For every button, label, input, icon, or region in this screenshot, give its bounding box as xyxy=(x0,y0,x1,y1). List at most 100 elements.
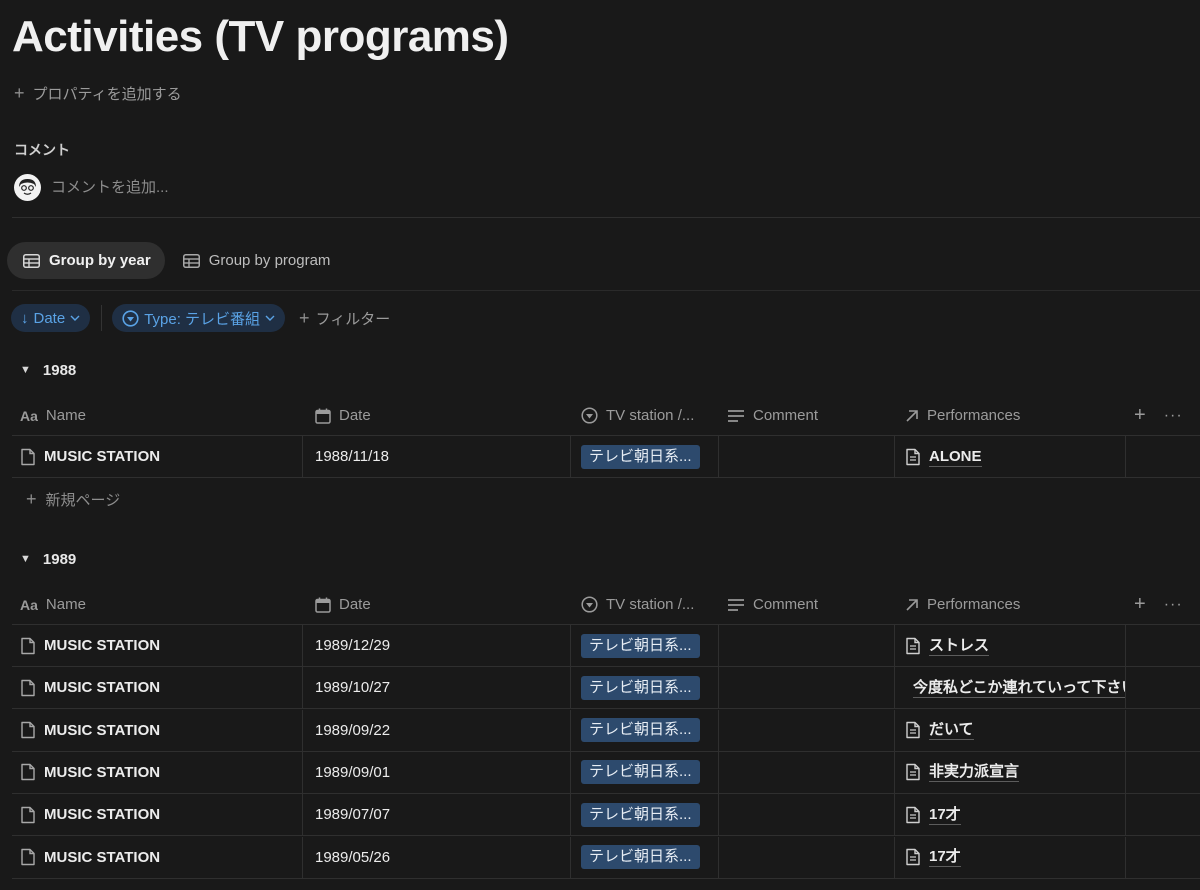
comment-cell[interactable] xyxy=(718,436,894,477)
type-filter-chip[interactable]: Type: テレビ番組 xyxy=(112,304,286,332)
name-cell[interactable]: MUSIC STATION xyxy=(12,436,302,477)
table-row[interactable]: MUSIC STATION 1989/09/22 テレビ朝日系... だいて xyxy=(12,709,1200,752)
triangle-down-icon[interactable]: ▼ xyxy=(20,553,31,565)
tv-station-cell[interactable]: テレビ朝日系... xyxy=(570,436,718,477)
name-cell[interactable]: MUSIC STATION xyxy=(12,837,302,878)
tv-station-tag: テレビ朝日系... xyxy=(581,760,700,785)
column-label: Performances xyxy=(927,407,1021,424)
column-label: Comment xyxy=(753,596,819,613)
column-header-name[interactable]: Aa Name xyxy=(12,396,302,435)
row-name: MUSIC STATION xyxy=(44,448,161,465)
comment-cell[interactable] xyxy=(718,836,894,878)
new-page-button[interactable]: + 新規ページ xyxy=(26,485,120,513)
group-header-1989[interactable]: ▼ 1989 xyxy=(20,547,76,571)
name-cell[interactable]: MUSIC STATION xyxy=(12,625,302,666)
triangle-down-icon[interactable]: ▼ xyxy=(20,364,31,376)
text-lines-icon xyxy=(728,598,744,611)
date-cell[interactable]: 1989/12/29 xyxy=(302,625,570,666)
add-column-icon[interactable]: + xyxy=(1134,593,1146,616)
tab-group-by-year[interactable]: Group by year xyxy=(7,242,165,279)
page-icon xyxy=(21,721,35,739)
comment-cell[interactable] xyxy=(718,709,894,751)
document-icon xyxy=(906,764,920,781)
column-header-tv-station[interactable]: TV station /... xyxy=(570,585,718,624)
add-filter-button[interactable]: + フィルター xyxy=(299,308,390,329)
date-cell[interactable]: 1989/09/22 xyxy=(302,709,570,751)
add-filter-label: フィルター xyxy=(315,310,391,328)
table-row[interactable]: MUSIC STATION 1989/09/01 テレビ朝日系... 非実力派宣… xyxy=(12,751,1200,794)
performance-cell[interactable]: 17才 xyxy=(894,836,1125,878)
column-header-tv-station[interactable]: TV station /... xyxy=(570,396,718,435)
chevron-down-icon xyxy=(265,315,275,321)
row-name: MUSIC STATION xyxy=(44,679,161,697)
column-header-comment[interactable]: Comment xyxy=(718,585,894,624)
table-row[interactable]: MUSIC STATION 1989/05/26 テレビ朝日系... 17才 xyxy=(12,836,1200,879)
performance-link[interactable]: 17才 xyxy=(929,805,961,825)
tv-station-cell[interactable]: テレビ朝日系... xyxy=(570,836,718,878)
performance-link[interactable]: ストレス xyxy=(929,636,990,656)
date-cell[interactable]: 1989/05/26 xyxy=(302,836,570,878)
divider xyxy=(12,217,1200,218)
empty-cell xyxy=(1125,836,1200,878)
sort-date-chip[interactable]: ↓ Date xyxy=(11,304,91,332)
add-property-button[interactable]: + プロパティを追加する xyxy=(14,82,182,104)
column-header-performances[interactable]: Performances xyxy=(894,585,1125,624)
table-icon xyxy=(182,253,200,268)
column-header-date[interactable]: Date xyxy=(302,585,570,624)
performance-cell[interactable]: 17才 xyxy=(894,794,1125,836)
tv-station-tag: テレビ朝日系... xyxy=(581,675,700,700)
performance-cell[interactable]: 今度私どこか連れていって下さいな xyxy=(894,667,1125,709)
relation-arrow-icon xyxy=(906,409,918,422)
row-date: 1989/09/01 xyxy=(315,763,391,781)
page-icon xyxy=(21,806,35,823)
tv-station-cell[interactable]: テレビ朝日系... xyxy=(570,794,718,836)
column-header-comment[interactable]: Comment xyxy=(718,396,894,435)
performance-cell[interactable]: ストレス xyxy=(894,625,1125,666)
name-cell[interactable]: MUSIC STATION xyxy=(12,752,302,793)
tv-station-cell[interactable]: テレビ朝日系... xyxy=(570,709,718,751)
table-icon xyxy=(23,253,40,268)
comment-cell[interactable] xyxy=(718,794,894,836)
comment-cell[interactable] xyxy=(718,667,894,709)
table-row[interactable]: MUSIC STATION 1989/12/29 テレビ朝日系... ストレス xyxy=(12,625,1200,667)
column-header-date[interactable]: Date xyxy=(302,396,570,435)
tv-station-cell[interactable]: テレビ朝日系... xyxy=(570,751,718,793)
document-icon xyxy=(906,637,920,654)
performance-link[interactable]: だいて xyxy=(929,720,974,741)
comment-cell[interactable] xyxy=(718,751,894,793)
more-icon[interactable]: ··· xyxy=(1164,596,1183,614)
performance-link[interactable]: 17才 xyxy=(929,847,961,867)
group-header-1988[interactable]: ▼ 1988 xyxy=(20,358,76,382)
name-cell[interactable]: MUSIC STATION xyxy=(12,710,302,751)
comment-cell[interactable] xyxy=(718,625,894,666)
row-date: 1989/07/07 xyxy=(315,806,391,824)
table-row[interactable]: MUSIC STATION 1988/11/18 テレビ朝日系... ALONE xyxy=(12,436,1200,478)
table-row[interactable]: MUSIC STATION 1989/07/07 テレビ朝日系... 17才 xyxy=(12,794,1200,837)
tv-station-cell[interactable]: テレビ朝日系... xyxy=(570,667,718,709)
column-label: TV station /... xyxy=(606,407,695,424)
more-icon[interactable]: ··· xyxy=(1164,407,1183,425)
tab-group-by-program[interactable]: Group by program xyxy=(167,242,345,279)
column-header-name[interactable]: Aa Name xyxy=(12,585,302,624)
date-cell[interactable]: 1988/11/18 xyxy=(302,436,570,477)
date-cell[interactable]: 1989/10/27 xyxy=(302,667,570,709)
table-row[interactable]: MUSIC STATION 1989/10/27 テレビ朝日系... 今度私どこ… xyxy=(12,667,1200,710)
column-header-performances[interactable]: Performances xyxy=(894,396,1125,435)
name-cell[interactable]: MUSIC STATION xyxy=(12,667,302,708)
plus-icon: + xyxy=(14,83,25,103)
performance-link[interactable]: 今度私どこか連れていって下さいな xyxy=(913,678,1125,698)
performance-cell[interactable]: だいて xyxy=(894,709,1125,751)
add-column-icon[interactable]: + xyxy=(1134,404,1146,427)
comment-input[interactable] xyxy=(51,178,351,196)
text-property-icon: Aa xyxy=(20,407,38,424)
row-name: MUSIC STATION xyxy=(44,763,161,781)
date-cell[interactable]: 1989/07/07 xyxy=(302,794,570,836)
tv-station-cell[interactable]: テレビ朝日系... xyxy=(570,625,718,666)
performance-link[interactable]: ALONE xyxy=(929,447,982,467)
performance-link[interactable]: 非実力派宣言 xyxy=(929,762,1020,783)
document-icon xyxy=(906,848,920,866)
performance-cell[interactable]: 非実力派宣言 xyxy=(894,751,1125,793)
name-cell[interactable]: MUSIC STATION xyxy=(12,794,302,835)
date-cell[interactable]: 1989/09/01 xyxy=(302,751,570,793)
performance-cell[interactable]: ALONE xyxy=(894,436,1125,477)
